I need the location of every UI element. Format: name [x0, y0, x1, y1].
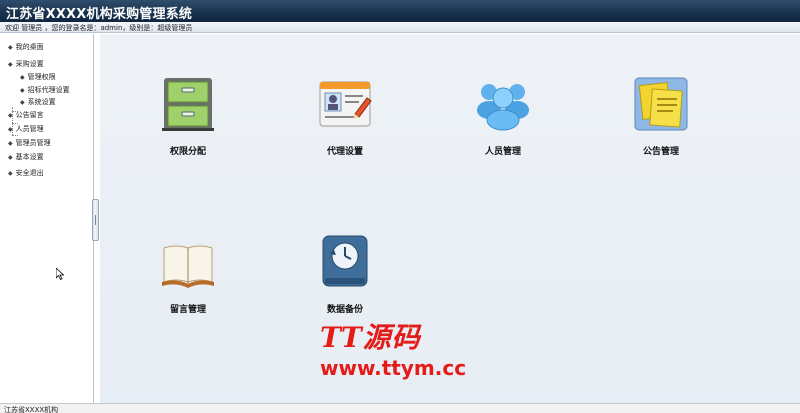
tile-permissions[interactable]: 权限分配	[143, 76, 233, 168]
id-card-icon	[319, 81, 372, 127]
tile-label: 数据备份	[326, 305, 363, 315]
bullet-icon: ◆	[8, 125, 13, 133]
user-info-bar: 欢迎 管理员 ，您的登录名是：admin，级别是：超级管理员	[0, 22, 800, 33]
sidebar-item-label: 招标代理设置	[27, 86, 70, 94]
tile-label: 权限分配	[169, 147, 206, 157]
watermark: TT源码 www.ttym.cc	[318, 316, 478, 380]
bullet-icon: ◆	[20, 86, 25, 94]
book-icon	[162, 245, 214, 288]
tile-messages[interactable]: 留言管理	[143, 234, 233, 326]
tile-personnel[interactable]: 人员管理	[458, 76, 548, 168]
welcome-text: 欢迎 管理员 ，您的登录名是：admin，级别是：超级管理员	[5, 24, 193, 32]
sidebar-item-desktop[interactable]: ◆ 我的桌面	[8, 42, 44, 52]
sidebar-item-logout[interactable]: ◆ 安全退出	[8, 168, 44, 178]
status-text: 江苏省XXXX机构	[4, 406, 59, 413]
sidebar-item-label: 安全退出	[15, 169, 44, 177]
sidebar-item-label: 系统设置	[27, 98, 56, 106]
sidebar-item-label: 我的桌面	[15, 43, 44, 51]
sidebar-splitter-handle[interactable]	[92, 199, 99, 241]
watermark-url: www.ttym.cc	[320, 356, 467, 380]
sidebar-item-label: 公告留言	[15, 111, 44, 119]
bullet-icon: ◆	[8, 153, 13, 161]
status-bar: 江苏省XXXX机构	[0, 403, 800, 413]
sidebar-item-notices[interactable]: ◆ 公告留言	[8, 110, 44, 120]
app-title: 江苏省XXXX机构采购管理系统	[6, 7, 193, 22]
mouse-cursor-icon	[56, 268, 64, 280]
sidebar-item-label: 基本设置	[15, 153, 44, 161]
tile-agent-settings[interactable]: 代理设置	[300, 76, 390, 168]
watermark-logo: TT源码	[320, 321, 421, 354]
bullet-icon: ◆	[8, 111, 13, 119]
bullet-icon: ◆	[8, 60, 13, 68]
sidebar-item-agent-settings[interactable]: ◆ 招标代理设置	[20, 85, 70, 95]
sidebar-item-label: 人员管理	[15, 125, 44, 133]
bullet-icon: ◆	[8, 139, 13, 147]
sidebar-item-permissions[interactable]: ◆ 管理权限	[20, 72, 56, 82]
users-icon	[477, 84, 529, 131]
sidebar-item-system-settings[interactable]: ◆ 系统设置	[20, 97, 56, 107]
bullet-icon: ◆	[8, 43, 13, 51]
tile-label: 公告管理	[642, 147, 679, 157]
sidebar-item-purchase-settings[interactable]: ◆ 采购设置	[8, 59, 44, 69]
sidebar-item-personnel[interactable]: ◆ 人员管理	[8, 124, 44, 134]
sidebar-item-basic-settings[interactable]: ◆ 基本设置	[8, 152, 44, 162]
tile-notices[interactable]: 公告管理	[616, 76, 706, 168]
bullet-icon: ◆	[20, 98, 25, 106]
bullet-icon: ◆	[8, 169, 13, 177]
tile-label: 人员管理	[484, 147, 521, 157]
tile-label: 留言管理	[169, 305, 206, 315]
backup-drive-icon	[322, 235, 368, 287]
sidebar-item-label: 采购设置	[15, 60, 44, 68]
grip-icon	[95, 215, 96, 225]
tile-backup[interactable]: 数据备份	[300, 234, 390, 326]
sidebar-item-label: 管理员管理	[15, 139, 51, 147]
notes-icon	[634, 77, 688, 131]
sidebar: ◆ 我的桌面 ◆ 采购设置 ◆ 管理权限 ◆ 招标代理设置 ◆ 系统设置 ◆ 公…	[0, 34, 94, 403]
sidebar-item-label: 管理权限	[27, 73, 56, 81]
title-bar: 江苏省XXXX机构采购管理系统	[0, 0, 800, 22]
bullet-icon: ◆	[20, 73, 25, 81]
sidebar-item-admins[interactable]: ◆ 管理员管理	[8, 138, 51, 148]
tile-label: 代理设置	[326, 147, 363, 157]
cabinet-icon	[162, 78, 214, 131]
